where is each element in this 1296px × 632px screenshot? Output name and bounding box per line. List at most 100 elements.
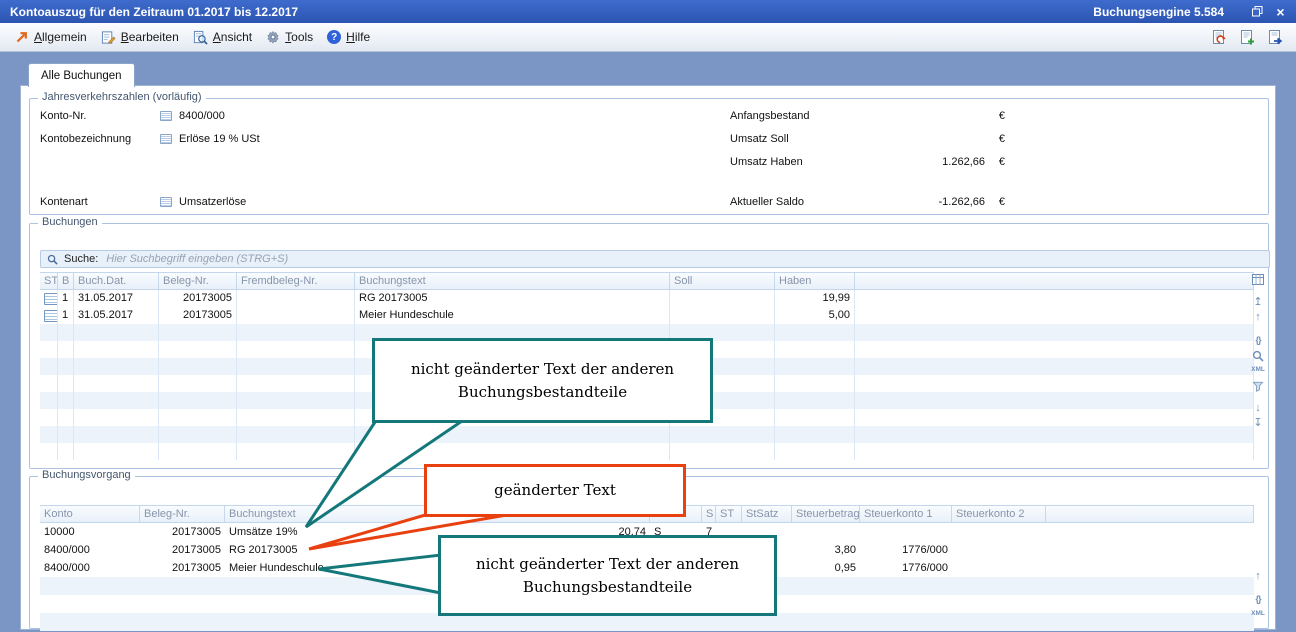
- column-header-steuerbetrag[interactable]: Steuerbetrag: [792, 506, 860, 522]
- cell-text: [355, 443, 670, 460]
- search-icon: [47, 254, 58, 265]
- tab-alle-buchungen[interactable]: Alle Buchungen: [28, 63, 135, 87]
- cell-st: [40, 375, 58, 392]
- cell-fremdbeleg: [237, 307, 355, 324]
- cell-b: [58, 426, 74, 443]
- cell-steuerkonto2: [952, 613, 1046, 631]
- cell-haben: [775, 409, 855, 426]
- xml-icon[interactable]: XML: [1251, 607, 1265, 622]
- title-bar: Kontoauszug für den Zeitraum 01.2017 bis…: [0, 0, 1296, 23]
- summary-group: Jahresverkehrszahlen (vorläufig) Konto-N…: [29, 98, 1269, 215]
- cell-b: [58, 409, 74, 426]
- cell-soll: [670, 307, 775, 324]
- close-button[interactable]: ×: [1273, 4, 1288, 19]
- column-chooser-icon[interactable]: [1252, 272, 1264, 287]
- cell-st: [40, 324, 58, 341]
- cell-st: [40, 358, 58, 375]
- document-forward-button[interactable]: [1267, 29, 1284, 46]
- cell-text: RG 20173005: [225, 541, 460, 559]
- column-header-s[interactable]: S: [702, 506, 716, 522]
- cell-haben: [775, 341, 855, 358]
- column-header-st[interactable]: ST: [716, 506, 742, 522]
- menu-hilfe[interactable]: ? Hilfe: [320, 27, 377, 47]
- search-input[interactable]: [104, 251, 1263, 267]
- braces-icon[interactable]: {}: [1255, 592, 1260, 607]
- column-header-buchdat[interactable]: Buch.Dat.: [74, 273, 159, 289]
- column-header-belegnr[interactable]: Beleg-Nr.: [140, 506, 225, 522]
- column-header-steuerkonto1[interactable]: Steuerkonto 1: [860, 506, 952, 522]
- cell-beleg: [159, 358, 237, 375]
- cell-konto: 10000: [40, 523, 140, 541]
- cell-text: RG 20173005: [355, 290, 670, 307]
- menu-ansicht[interactable]: Ansicht: [186, 27, 259, 48]
- bookings-group-title: Buchungen: [38, 216, 102, 228]
- zoom-icon[interactable]: [1252, 348, 1264, 363]
- cell-steuerbetrag: 3,80: [792, 541, 860, 559]
- field-value: Umsatzerlöse: [179, 196, 246, 208]
- restore-button[interactable]: [1250, 4, 1265, 19]
- column-header-b[interactable]: B: [58, 273, 74, 289]
- window-controls: ×: [1250, 4, 1288, 19]
- cell-steuerbetrag: 0,95: [792, 559, 860, 577]
- transaction-side-toolbar: ↑ {} XML: [1250, 569, 1266, 622]
- booking-row[interactable]: 131.05.201720173005Meier Hundeschule5,00: [40, 307, 1254, 324]
- booking-row[interactable]: 131.05.201720173005RG 2017300519,99: [40, 290, 1254, 307]
- summary-field: Kontobezeichnung Erlöse 19 % USt: [40, 132, 260, 146]
- menu-label: Ansicht: [213, 30, 252, 44]
- cell-st: [40, 290, 58, 307]
- field-label: Kontenart: [40, 196, 160, 208]
- cell-date: [74, 341, 159, 358]
- cell-beleg: [159, 375, 237, 392]
- menu-tools[interactable]: Tools: [259, 27, 320, 47]
- callout-unchanged-text-bottom: nicht geänderter Text der anderen Buchun…: [438, 535, 777, 616]
- menu-allgemein[interactable]: Allgemein: [8, 27, 94, 47]
- amount-value: 1.262,66: [860, 156, 985, 168]
- cell-st: [40, 409, 58, 426]
- column-header-steuerkonto2[interactable]: Steuerkonto 2: [952, 506, 1046, 522]
- column-header-haben[interactable]: Haben: [775, 273, 855, 289]
- search-bar[interactable]: Suche:: [40, 250, 1270, 268]
- scroll-up-icon[interactable]: ↑: [1255, 569, 1261, 584]
- cell-fremdbeleg: [237, 409, 355, 426]
- cell-filler: [855, 341, 1254, 358]
- menu-bearbeiten[interactable]: Bearbeiten: [94, 27, 186, 48]
- cell-text: Meier Hundeschule: [225, 559, 460, 577]
- column-header-buchungstext[interactable]: Buchungstext: [355, 273, 670, 289]
- amount-label: Aktueller Saldo: [730, 196, 860, 208]
- cell-b: [58, 324, 74, 341]
- scroll-down-icon[interactable]: ↓: [1255, 401, 1261, 416]
- braces-icon[interactable]: {}: [1255, 333, 1260, 348]
- column-header-fremdbelegnr[interactable]: Fremdbeleg-Nr.: [237, 273, 355, 289]
- scroll-to-bottom-icon[interactable]: ↧: [1253, 416, 1262, 431]
- cell-beleg: [159, 426, 237, 443]
- column-header-st[interactable]: ST: [40, 273, 58, 289]
- column-header-stsatz[interactable]: StSatz: [742, 506, 792, 522]
- cell-b: [58, 341, 74, 358]
- cell-b: [58, 358, 74, 375]
- cell-beleg: [159, 324, 237, 341]
- cell-filler: [855, 392, 1254, 409]
- scroll-to-top-icon[interactable]: ↥: [1253, 295, 1262, 310]
- cell-fremdbeleg: [237, 358, 355, 375]
- cell-date: 31.05.2017: [74, 290, 159, 307]
- filter-icon[interactable]: [1252, 378, 1264, 393]
- cell-fremdbeleg: [237, 290, 355, 307]
- summary-amount: Aktueller Saldo -1.262,66 €: [730, 195, 1005, 209]
- column-header-soll[interactable]: Soll: [670, 273, 775, 289]
- cell-haben: 19,99: [775, 290, 855, 307]
- scroll-up-icon[interactable]: ↑: [1255, 310, 1261, 325]
- document-add-button[interactable]: [1239, 29, 1256, 46]
- xml-icon[interactable]: XML: [1251, 363, 1265, 378]
- cell-text: [225, 577, 460, 595]
- callout-unchanged-text-top: nicht geänderter Text der anderen Buchun…: [372, 338, 713, 423]
- cell-filler: [1046, 577, 1254, 595]
- column-header-belegnr[interactable]: Beleg-Nr.: [159, 273, 237, 289]
- column-header-konto[interactable]: Konto: [40, 506, 140, 522]
- summary-field: Konto-Nr. 8400/000: [40, 109, 225, 123]
- empty-row: [40, 426, 1254, 443]
- cell-haben: [775, 375, 855, 392]
- field-label: Kontobezeichnung: [40, 133, 160, 145]
- document-refresh-button[interactable]: [1211, 29, 1228, 46]
- cell-steuerkonto1: [860, 613, 952, 631]
- cell-steuerkonto1: [860, 577, 952, 595]
